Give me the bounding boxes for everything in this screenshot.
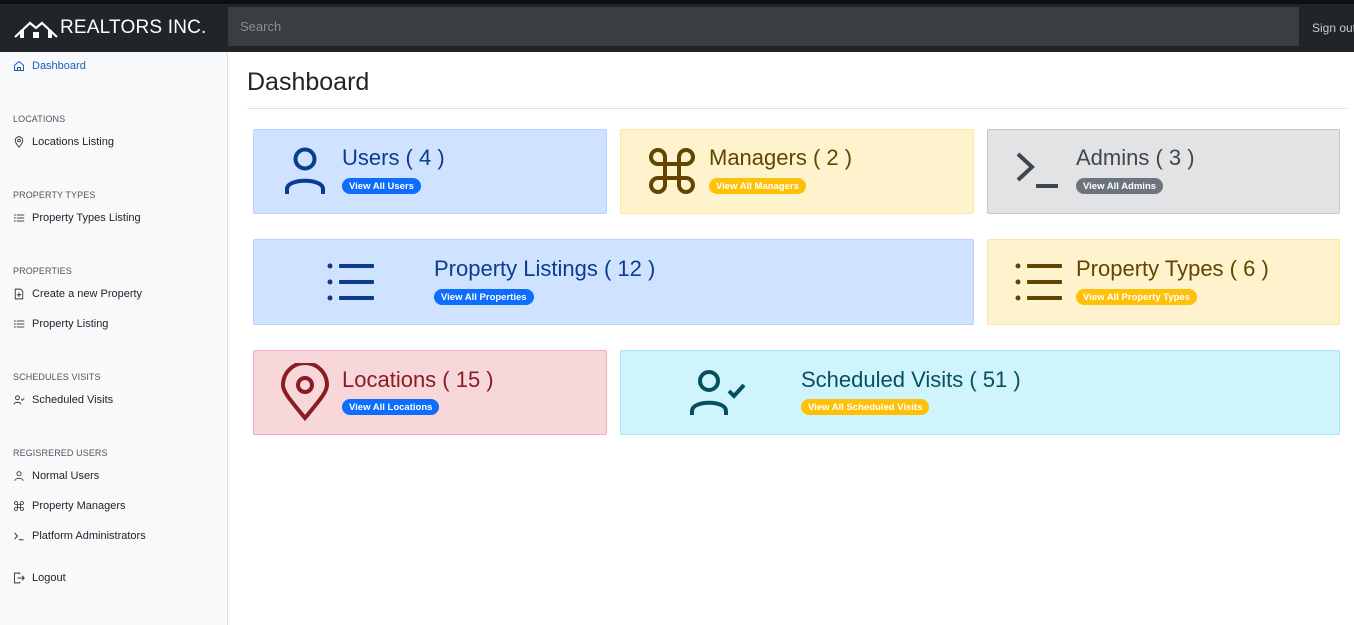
admins-count-title: Admins ( 3 ): [1076, 145, 1195, 170]
sidebar-heading-properties: PROPERTIES: [13, 266, 72, 276]
sidebar-item-label: Property Types Listing: [32, 212, 141, 224]
list-icon: [327, 263, 374, 301]
list-icon: [14, 214, 25, 222]
sidebar-item-normal-users[interactable]: Normal Users: [13, 470, 99, 482]
sidebar-item-property-managers[interactable]: Property Managers: [13, 500, 126, 512]
geo-pin-icon: [14, 136, 24, 148]
home-icon: [14, 60, 24, 71]
sidebar-item-platform-administrators[interactable]: Platform Administrators: [13, 530, 146, 542]
house-logo-icon: [14, 21, 58, 38]
view-all-users-button[interactable]: View All Users: [342, 178, 421, 194]
top-navbar: REALTORS INC. Sign out: [0, 0, 1354, 52]
locations-count-title: Locations ( 15 ): [342, 367, 494, 392]
property-types-count-title: Property Types ( 6 ): [1076, 256, 1269, 281]
sidebar-item-label: Dashboard: [32, 60, 86, 72]
sidebar-item-label: Locations Listing: [32, 136, 114, 148]
property-types-card: Property Types ( 6 ) View All Property T…: [987, 239, 1340, 325]
locations-card: Locations ( 15 ) View All Locations: [253, 350, 607, 435]
sidebar-heading-property-types: PROPERTY TYPES: [13, 190, 96, 200]
view-all-locations-button[interactable]: View All Locations: [342, 399, 440, 415]
brand-name: REALTORS INC.: [60, 17, 207, 38]
users-card: Users ( 4 ) View All Users: [253, 129, 607, 214]
view-all-managers-button[interactable]: View All Managers: [709, 178, 806, 194]
logout-icon: [14, 572, 25, 584]
terminal-icon: [14, 532, 24, 541]
view-all-scheduled-visits-button[interactable]: View All Scheduled Visits: [801, 399, 930, 415]
sidebar-item-create-property[interactable]: Create a new Property: [13, 288, 142, 300]
search-input[interactable]: [228, 7, 1299, 46]
person-icon: [14, 471, 24, 482]
command-icon: [649, 148, 695, 194]
sidebar-heading-locations: LOCATIONS: [13, 114, 66, 124]
property-listings-count-title: Property Listings ( 12 ): [434, 256, 656, 281]
sidebar: Dashboard LOCATIONS Locations Listing PR…: [0, 52, 228, 625]
person-check-icon: [690, 370, 746, 415]
sidebar-item-property-types-listing[interactable]: Property Types Listing: [13, 212, 141, 224]
sidebar-item-scheduled-visits[interactable]: Scheduled Visits: [13, 394, 113, 406]
scheduled-visits-count-title: Scheduled Visits ( 51 ): [801, 367, 1021, 392]
view-all-property-types-button[interactable]: View All Property Types: [1076, 289, 1198, 305]
sign-out-link[interactable]: Sign out: [1312, 4, 1354, 52]
sidebar-item-label: Property Managers: [32, 500, 126, 512]
scheduled-visits-card: Scheduled Visits ( 51 ) View All Schedul…: [620, 350, 1340, 435]
person-icon: [285, 147, 325, 194]
page-title: Dashboard: [247, 68, 370, 96]
location-pin-icon: [280, 363, 330, 421]
sidebar-heading-schedules: SCHEDULES VISITS: [13, 372, 101, 382]
view-all-properties-button[interactable]: View All Properties: [434, 289, 534, 305]
sidebar-item-label: Create a new Property: [32, 288, 143, 300]
list-icon: [1015, 263, 1062, 301]
managers-count-title: Managers ( 2 ): [709, 145, 853, 170]
file-plus-icon: [14, 288, 24, 300]
sidebar-item-label: Platform Administrators: [32, 530, 146, 542]
person-check-icon: [13, 395, 25, 405]
sidebar-item-dashboard[interactable]: Dashboard: [13, 60, 86, 72]
sidebar-item-label: Property Listing: [32, 318, 109, 330]
property-listings-card: Property Listings ( 12 ) View All Proper…: [253, 239, 974, 325]
users-count-title: Users ( 4 ): [342, 145, 445, 170]
sidebar-heading-registered-users: REGISRERED USERS: [13, 448, 108, 458]
command-icon: [14, 501, 24, 511]
list-icon: [14, 320, 25, 328]
sidebar-item-locations-listing[interactable]: Locations Listing: [13, 136, 114, 148]
title-divider: [247, 108, 1347, 109]
sidebar-item-label: Normal Users: [32, 470, 100, 482]
brand[interactable]: REALTORS INC.: [0, 4, 228, 52]
view-all-admins-button[interactable]: View All Admins: [1076, 178, 1164, 194]
sidebar-item-label: Scheduled Visits: [32, 394, 114, 406]
managers-card: Managers ( 2 ) View All Managers: [620, 129, 974, 214]
sidebar-item-label: Logout: [32, 572, 66, 584]
sidebar-item-property-listing[interactable]: Property Listing: [13, 318, 108, 330]
terminal-icon: [1016, 152, 1058, 188]
admins-card: Admins ( 3 ) View All Admins: [987, 129, 1340, 214]
sidebar-item-logout[interactable]: Logout: [13, 572, 66, 584]
